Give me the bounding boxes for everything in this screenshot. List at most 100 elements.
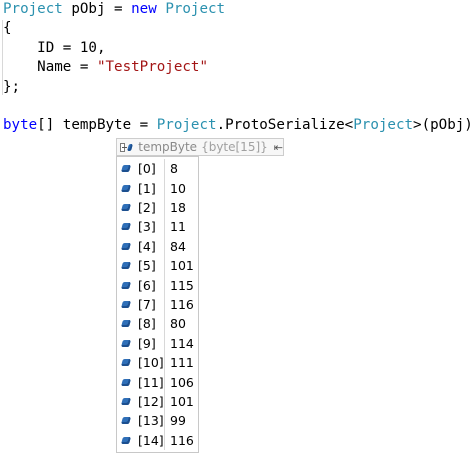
- datatip-row[interactable]: [10] 111: [117, 353, 198, 373]
- field-icon: [121, 184, 131, 192]
- code-token: byte: [3, 117, 38, 134]
- datatip-variable-type: {byte[15]}: [201, 140, 268, 154]
- field-icon: [121, 339, 131, 347]
- datatip-row[interactable]: [0] 8: [117, 159, 198, 179]
- datatip-row-value[interactable]: 116: [170, 297, 194, 312]
- column-divider: [164, 333, 165, 353]
- datatip-row-index: [5]: [138, 258, 156, 274]
- code-token: [] tempByte =: [37, 117, 157, 134]
- datatip-header[interactable]: tempByte {byte[15]} ⇤: [116, 138, 284, 156]
- column-divider: [164, 178, 165, 198]
- field-icon: [121, 436, 131, 444]
- datatip-row-index: [12]: [138, 393, 164, 409]
- datatip-row-index: [10]: [138, 355, 164, 371]
- datatip-row[interactable]: [7] 116: [117, 294, 198, 315]
- datatip-row-index: [0]: [138, 161, 156, 177]
- column-divider: [164, 411, 165, 431]
- code-token: >(pObj);: [413, 117, 474, 134]
- field-icon: [121, 203, 131, 211]
- datatip-row[interactable]: [8] 80: [117, 314, 198, 334]
- datatip-row-index: [13]: [138, 413, 164, 429]
- field-icon: [121, 417, 131, 425]
- field-icon: [121, 378, 131, 386]
- datatip-row-value[interactable]: 106: [170, 375, 194, 390]
- datatip-variable-name: tempByte: [138, 140, 198, 154]
- field-icon: [121, 397, 131, 405]
- datatip-row-value[interactable]: 111: [170, 355, 194, 370]
- datatip-row[interactable]: [1] 10: [117, 178, 198, 198]
- field-icon: [121, 300, 131, 308]
- datatip-row[interactable]: [2] 18: [117, 197, 198, 218]
- code-line[interactable]: Project pObj = new Project: [3, 0, 474, 19]
- datatip-row-index: [8]: [138, 316, 156, 332]
- column-divider: [164, 159, 165, 179]
- datatip-row-value[interactable]: 101: [170, 394, 194, 409]
- code-token: pObj =: [62, 1, 132, 17]
- field-icon: [121, 165, 131, 173]
- datatip-row-value[interactable]: 101: [170, 258, 194, 273]
- datatip-row-value[interactable]: 11: [170, 219, 186, 234]
- datatip-row-value[interactable]: 114: [170, 336, 194, 351]
- datatip-row-index: [14]: [138, 432, 164, 448]
- column-divider: [164, 275, 165, 295]
- datatip-row-value[interactable]: 84: [170, 239, 186, 254]
- datatip-row-index: [2]: [138, 199, 156, 215]
- datatip-row[interactable]: [9] 114: [117, 333, 198, 353]
- datatip-row-value[interactable]: 18: [170, 200, 186, 215]
- datatip-row-value[interactable]: 80: [170, 316, 186, 331]
- pin-icon[interactable]: ⇤: [274, 141, 283, 154]
- code-editor[interactable]: Project pObj = new Project{ ID = 10, Nam…: [3, 0, 474, 136]
- code-line[interactable]: [3, 97, 474, 116]
- code-line[interactable]: };: [3, 78, 474, 97]
- datatip-row-value[interactable]: 115: [170, 278, 194, 293]
- field-icon: [121, 281, 131, 289]
- datatip-row-value[interactable]: 8: [170, 161, 178, 176]
- datatip-row[interactable]: [11] 106: [117, 372, 198, 392]
- code-token: Project: [3, 1, 63, 17]
- code-line[interactable]: Name = "TestProject": [3, 58, 474, 77]
- code-line[interactable]: ID = 10,: [3, 39, 474, 58]
- column-divider: [164, 217, 165, 237]
- field-icon: [121, 320, 131, 328]
- object-icon: [127, 143, 134, 151]
- column-divider: [164, 372, 165, 392]
- column-divider: [164, 430, 165, 450]
- datatip-row[interactable]: [5] 101: [117, 256, 198, 276]
- datatip-row-index: [4]: [138, 238, 156, 254]
- column-divider: [164, 256, 165, 276]
- field-icon: [121, 242, 131, 250]
- datatip-row-index: [3]: [138, 219, 156, 235]
- datatip-row-value[interactable]: 99: [170, 413, 186, 428]
- code-token: "TestProject": [96, 59, 209, 76]
- code-token: .ProtoSerialize<: [216, 117, 354, 134]
- code-token: Project: [353, 117, 414, 134]
- column-divider: [164, 391, 165, 412]
- column-divider: [164, 294, 165, 315]
- datatip-row[interactable]: [13] 99: [117, 411, 198, 431]
- code-token: Project: [165, 1, 226, 17]
- datatip-row-index: [7]: [138, 296, 156, 312]
- field-icon: [121, 262, 131, 270]
- column-divider: [164, 353, 165, 373]
- datatip-row-value[interactable]: 116: [170, 433, 194, 448]
- field-icon: [121, 223, 131, 231]
- datatip-row[interactable]: [4] 84: [117, 236, 198, 256]
- code-line[interactable]: {: [3, 19, 474, 38]
- code-token: ID = 10,: [3, 39, 106, 56]
- code-token: {: [3, 20, 12, 37]
- datatip-row-index: [11]: [138, 374, 164, 390]
- code-line[interactable]: byte[] tempByte = Project.ProtoSerialize…: [3, 116, 474, 135]
- code-token: Project: [156, 117, 217, 134]
- column-divider: [164, 314, 165, 334]
- datatip-row-index: [6]: [138, 277, 156, 293]
- datatip-row[interactable]: [14] 116: [117, 430, 198, 450]
- code-token: };: [3, 78, 21, 95]
- collapse-icon[interactable]: [120, 142, 128, 152]
- datatip-row[interactable]: [6] 115: [117, 275, 198, 295]
- column-divider: [164, 236, 165, 256]
- datatip-row-value[interactable]: 10: [170, 181, 186, 196]
- datatip-row[interactable]: [12] 101: [117, 391, 198, 412]
- datatip-items-list: [0] 8 [1] 10 [2] 18 [3] 11 [4] 84 [5] 101 [6] 115 [7] 1…: [116, 156, 199, 453]
- datatip-row-index: [9]: [138, 335, 156, 351]
- datatip-row[interactable]: [3] 11: [117, 217, 198, 237]
